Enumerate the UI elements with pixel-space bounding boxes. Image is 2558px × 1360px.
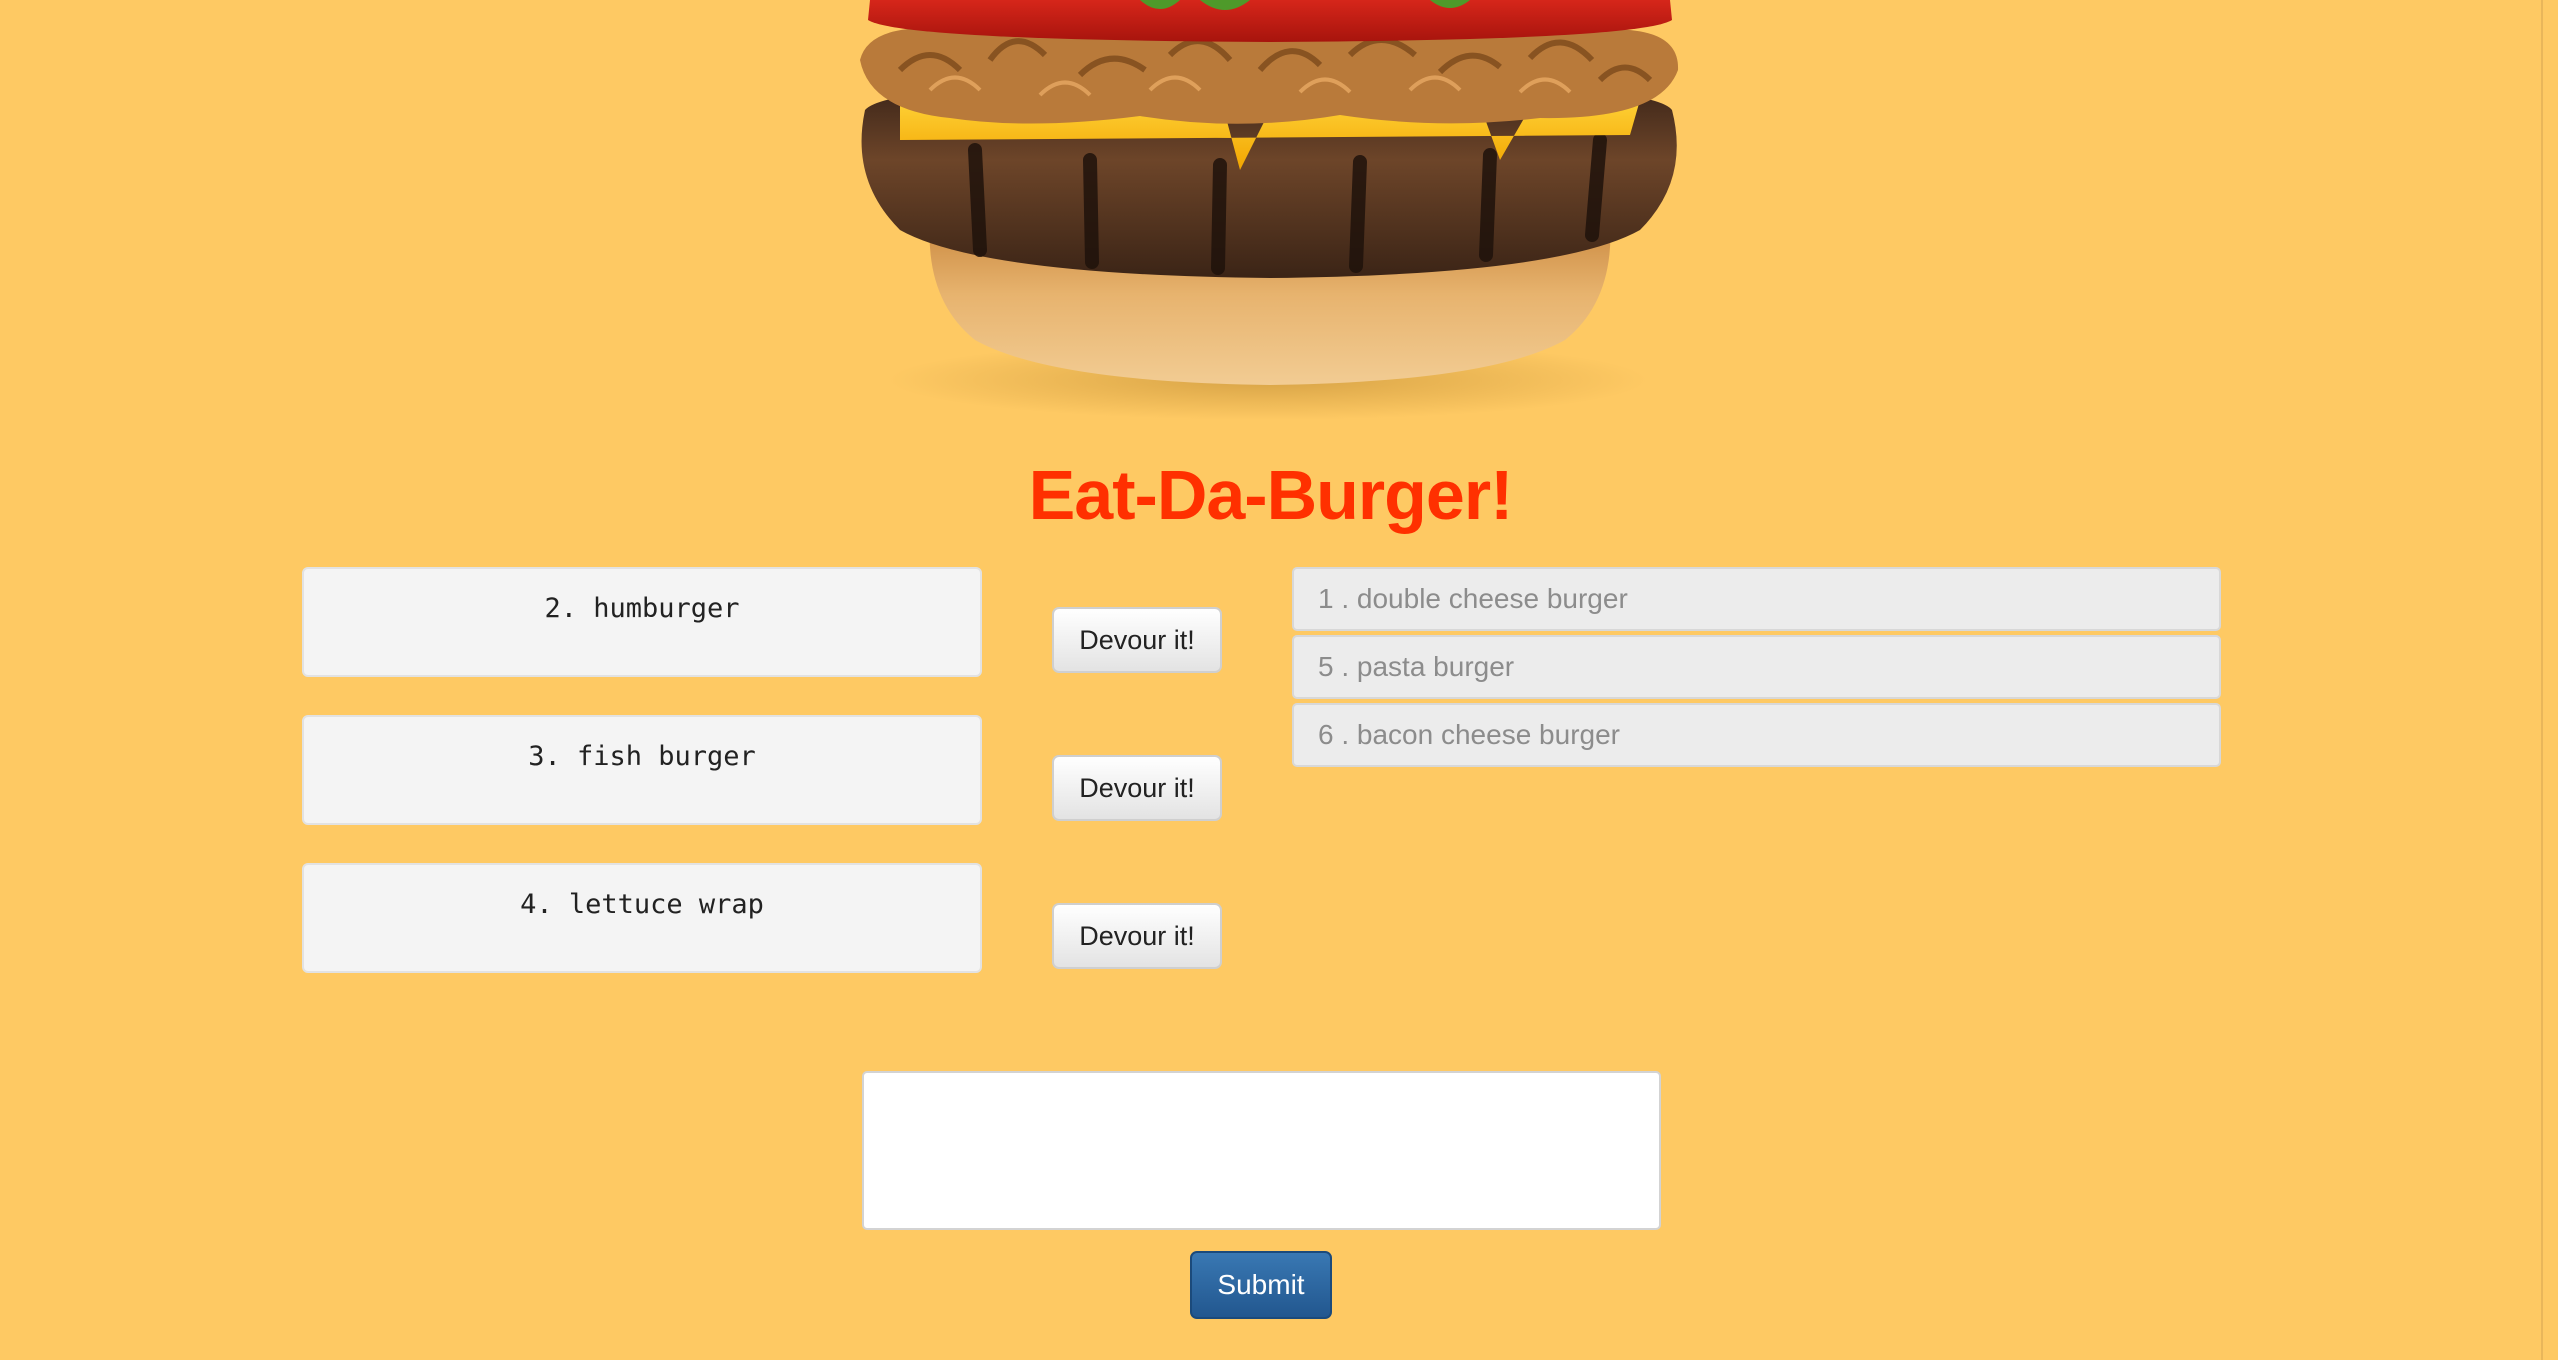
- devoured-item: 6 . bacon cheese burger: [1292, 703, 2221, 767]
- burger-card: 3. fish burger: [302, 715, 982, 825]
- burger-image: [840, 0, 1700, 430]
- devoured-item: 1 . double cheese burger: [1292, 567, 2221, 631]
- burger-name: 2. humburger: [544, 593, 740, 624]
- devour-button[interactable]: Devour it!: [1052, 607, 1222, 673]
- burger-name: 4. lettuce wrap: [520, 889, 764, 920]
- burger-name: 3. fish burger: [528, 741, 756, 772]
- page-title: Eat-Da-Burger!: [1028, 456, 1514, 534]
- page-edge-divider: [2541, 0, 2543, 1360]
- devour-button[interactable]: Devour it!: [1052, 755, 1222, 821]
- devour-button[interactable]: Devour it!: [1052, 903, 1222, 969]
- burger-card: 4. lettuce wrap: [302, 863, 982, 973]
- burger-card: 2. humburger: [302, 567, 982, 677]
- devoured-item: 5 . pasta burger: [1292, 635, 2221, 699]
- submit-button[interactable]: Submit: [1190, 1251, 1332, 1319]
- devoured-list: 1 . double cheese burger 5 . pasta burge…: [1292, 567, 2221, 771]
- burger-name-input[interactable]: [862, 1071, 1661, 1230]
